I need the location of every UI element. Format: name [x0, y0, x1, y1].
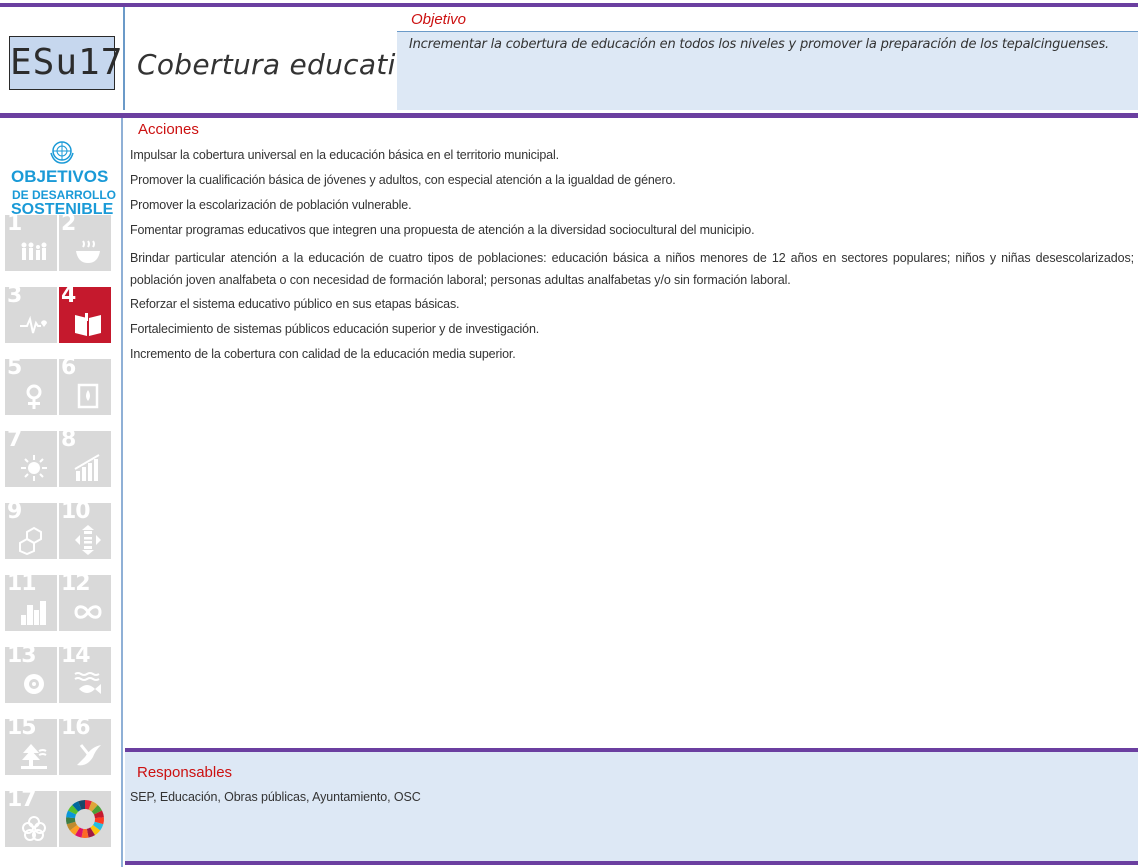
un-emblem-icon: [50, 141, 74, 164]
sdg-goal-number: 3: [7, 287, 22, 308]
sdg-goal-number: 10: [61, 503, 91, 524]
cubes-icon: [19, 525, 49, 556]
bottom-divider: [125, 861, 1138, 865]
sdg-goal-tile-3: 3: [5, 287, 57, 343]
actions-title: Acciones: [138, 121, 199, 138]
action-item: Impulsar la cobertura universal en la ed…: [130, 148, 559, 162]
header-divider: [123, 7, 125, 110]
action-item: Reforzar el sistema educativo público en…: [130, 297, 460, 311]
sdg-goal-tile-1: 1: [5, 215, 57, 271]
gender-icon: [19, 381, 49, 411]
sidebar-divider: [121, 118, 123, 867]
water-icon: [73, 381, 103, 411]
top-divider: [0, 3, 1138, 7]
sdg-goal-tile-6: 6: [59, 359, 111, 415]
sdg-goal-number: 12: [61, 575, 91, 596]
sdg-goal-number: 7: [7, 431, 22, 452]
sdg-wheel-tile: [59, 791, 111, 847]
action-item: Promover la cualificación básica de jóve…: [130, 173, 676, 187]
sdg-goal-tile-16: 16: [59, 719, 111, 775]
sun-icon: [19, 453, 49, 483]
sdg-goal-tile-15: 15: [5, 719, 57, 775]
action-item: Fomentar programas educativos que integr…: [130, 223, 755, 237]
sdg-title-line1: OBJETIVOS: [11, 167, 109, 186]
sdg-goal-tile-17: 17: [5, 791, 57, 847]
objective-label: Objetivo: [411, 11, 467, 28]
page-title: Cobertura educativa: [137, 48, 430, 81]
city-icon: [19, 597, 49, 627]
sdg-wheel-icon: [65, 799, 105, 839]
sdg-goal-tile-4: 4: [59, 287, 111, 343]
fish-icon: [73, 669, 103, 699]
sdg-goal-tile-12: 12: [59, 575, 111, 631]
sdg-goal-number: 6: [61, 359, 76, 380]
sdg-goal-number: 4: [61, 287, 76, 308]
sdg-goal-tile-2: 2: [59, 215, 111, 271]
sdg-goal-number: 2: [61, 215, 76, 236]
dove-icon: [73, 741, 103, 771]
responsables-text: SEP, Educación, Obras públicas, Ayuntami…: [130, 790, 421, 804]
sdg-goal-tile-11: 11: [5, 575, 57, 631]
objective-text: Incrementar la cobertura de educación en…: [409, 37, 1109, 52]
flower-icon: [19, 813, 49, 843]
sdg-goal-tile-8: 8: [59, 431, 111, 487]
sdg-goal-number: 15: [7, 719, 37, 740]
sdg-goal-tile-9: 9: [5, 503, 57, 559]
infinity-icon: [73, 597, 103, 627]
sdg-goal-number: 1: [7, 215, 22, 236]
responsables-title: Responsables: [137, 764, 233, 781]
sdg-goal-number: 11: [7, 575, 37, 596]
action-item: Promover la escolarización de población …: [130, 198, 412, 212]
objective-rule: [397, 31, 1138, 32]
sdg-goal-tile-10: 10: [59, 503, 111, 559]
sdg-goal-tile-5: 5: [5, 359, 57, 415]
action-item: Brindar particular atención a la educaci…: [130, 251, 1134, 287]
sdg-goal-number: 14: [61, 647, 91, 668]
heartbeat-icon: [19, 309, 49, 339]
book-icon: [73, 309, 103, 339]
equality-icon: [73, 525, 103, 555]
sdg-goal-tile-14: 14: [59, 647, 111, 703]
sdg-goal-tile-13: 13: [5, 647, 57, 703]
sdg-goal-number: 8: [61, 431, 76, 452]
sdg-goal-number: 5: [7, 359, 22, 380]
eye-globe-icon: [19, 669, 49, 699]
responsables-panel: [125, 752, 1138, 861]
sdg-goal-number: 13: [7, 647, 37, 668]
sdg-goal-number: 9: [7, 503, 22, 524]
people-icon: [19, 237, 49, 267]
tree-icon: [19, 741, 49, 771]
section-divider: [0, 113, 1138, 118]
action-item: Incremento de la cobertura con calidad d…: [130, 347, 516, 361]
growth-chart-icon: [73, 453, 103, 483]
sdg-goal-number: 16: [61, 719, 91, 740]
bowl-icon: [73, 237, 103, 267]
sdg-goal-number: 17: [7, 791, 37, 812]
strategy-code: ESu17: [9, 36, 122, 90]
sdg-goal-tile-7: 7: [5, 431, 57, 487]
sdg-title-line2: DE DESARROLLO: [12, 188, 117, 202]
action-item: Fortalecimiento de sistemas públicos edu…: [130, 322, 540, 336]
